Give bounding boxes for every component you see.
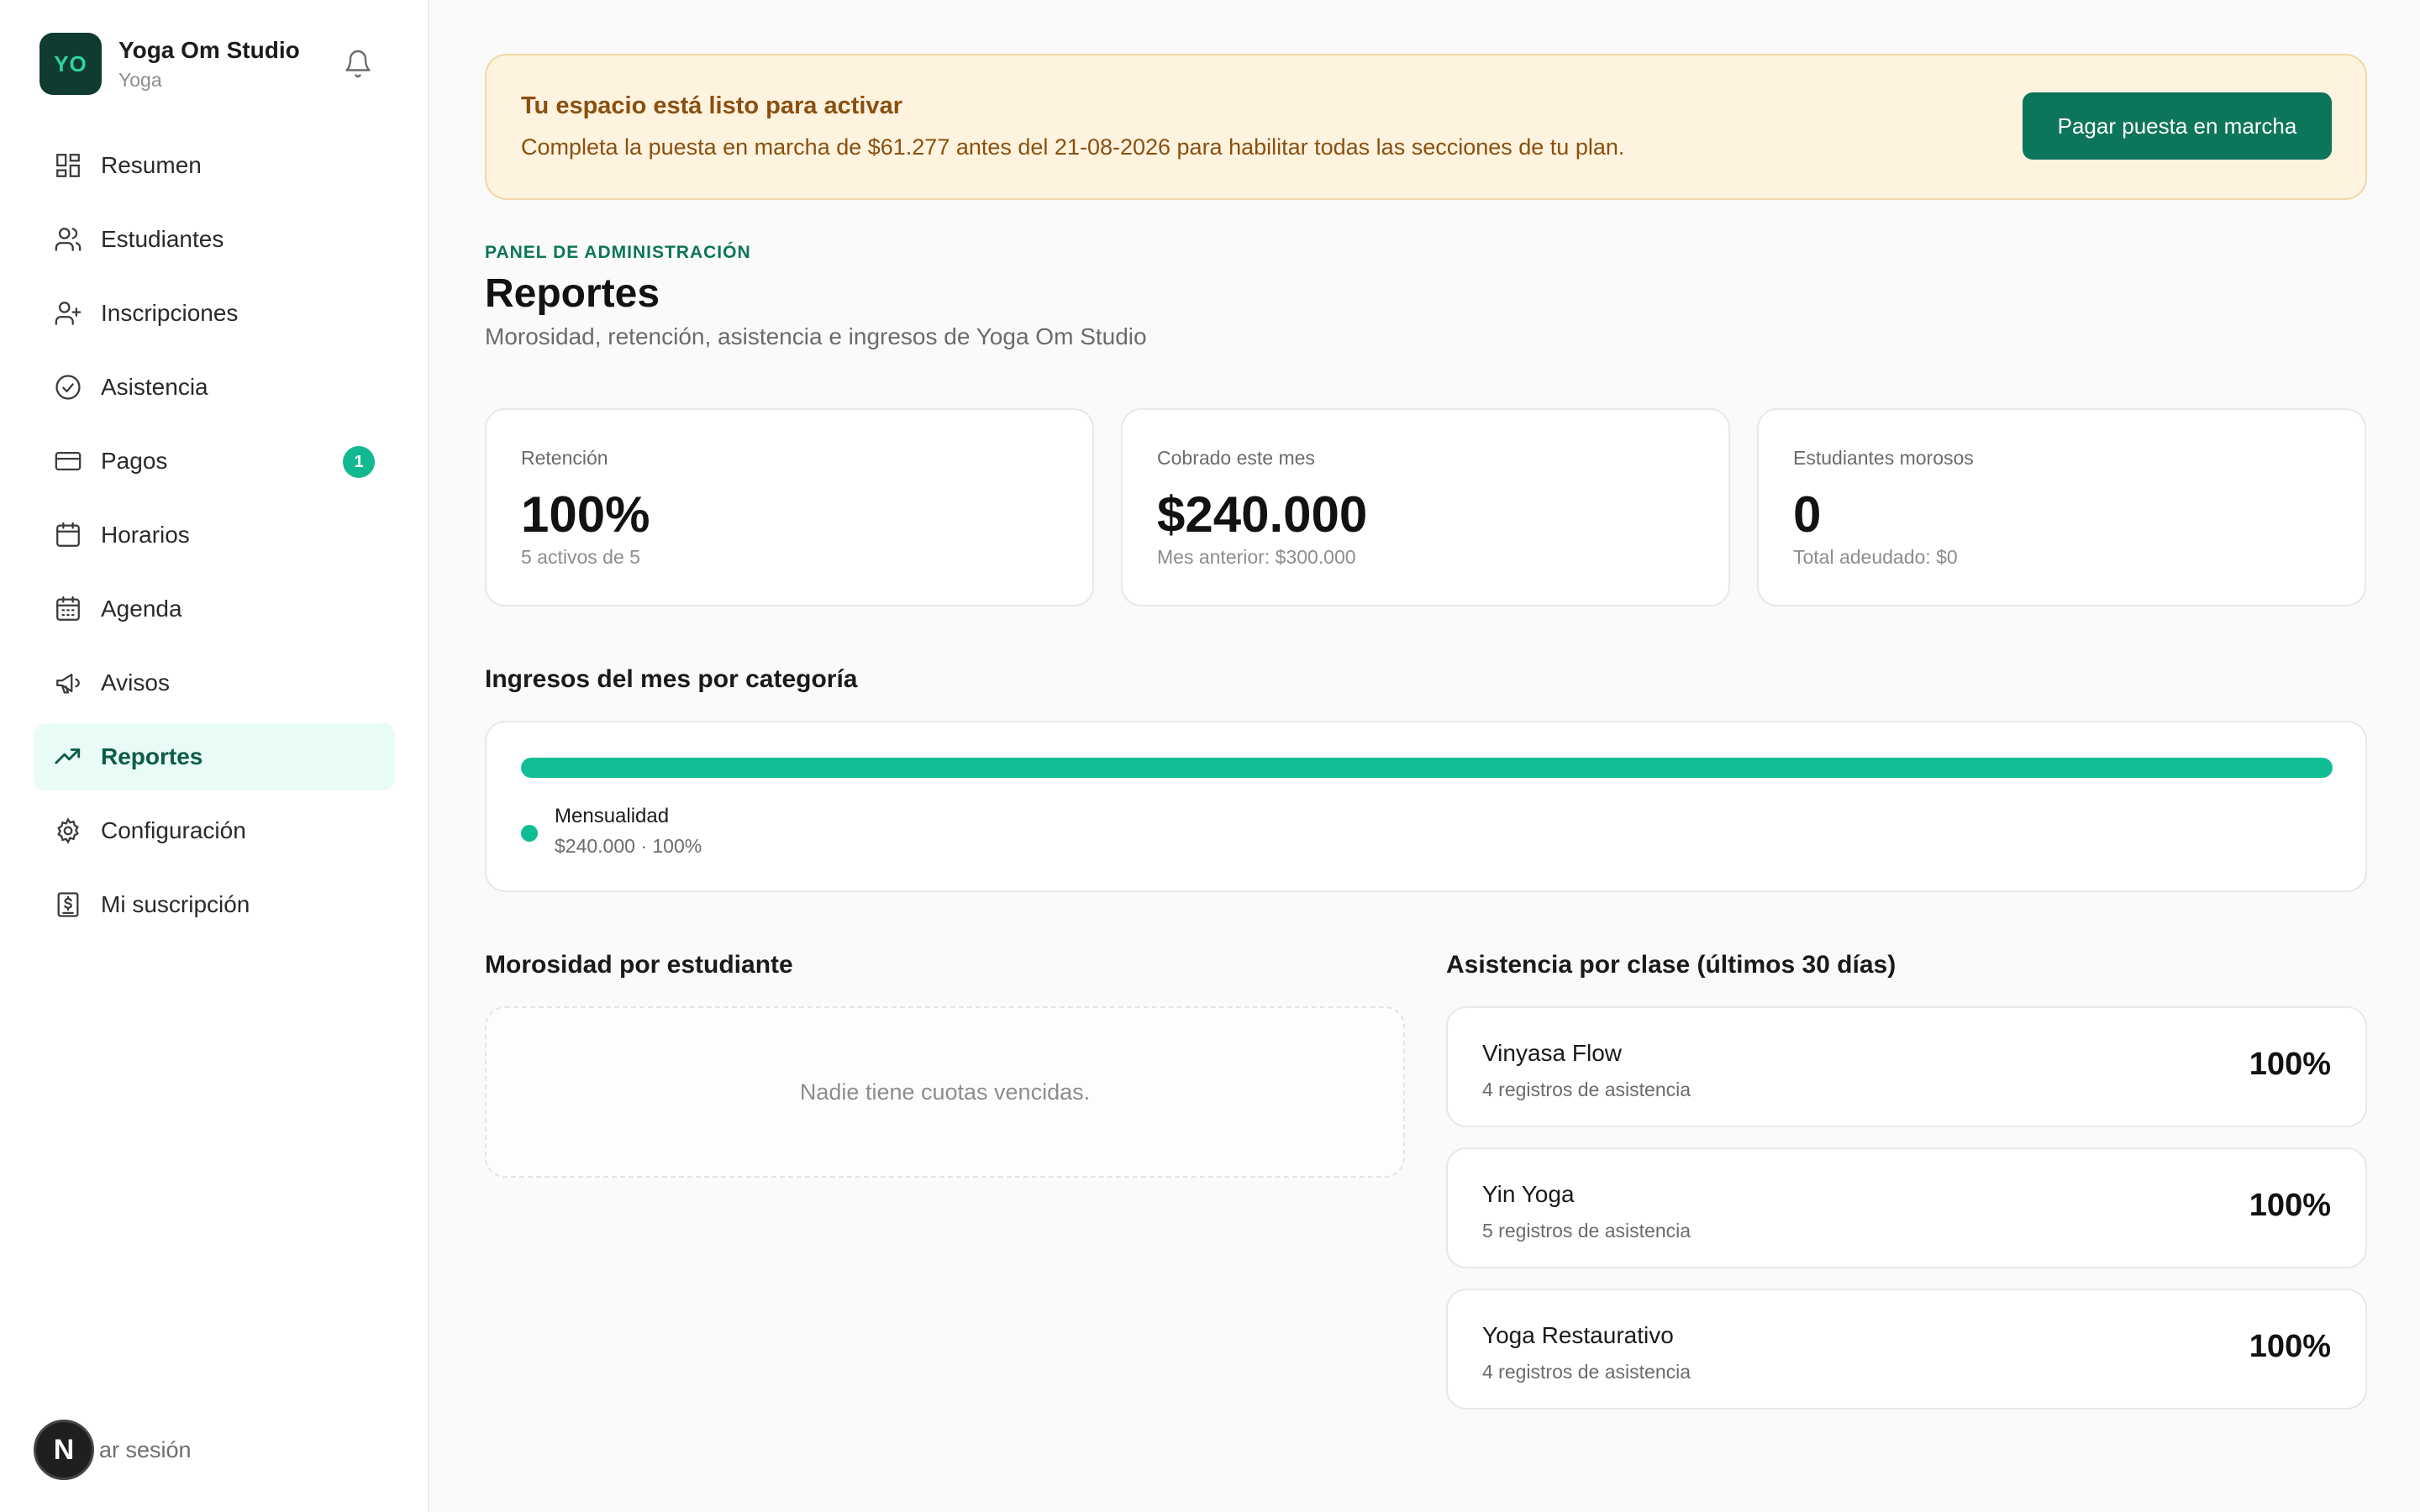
sidebar-item-estudiantes[interactable]: Estudiantes <box>34 206 395 273</box>
banner-text: Completa la puesta en marcha de $61.277 … <box>521 134 1625 160</box>
sidebar-item-label: Mi suscripción <box>101 891 250 917</box>
stat-card-retention: Retención 100% 5 activos de 5 <box>485 408 1094 606</box>
brand-logo: YO <box>39 33 102 95</box>
class-attendance-pct: 100% <box>2249 1188 2331 1223</box>
activation-banner: Tu espacio está listo para activar Compl… <box>485 54 2367 200</box>
receipt-icon <box>57 892 79 917</box>
page-subtitle: Morosidad, retención, asistencia e ingre… <box>485 323 1147 349</box>
megaphone-icon <box>56 673 80 694</box>
sidebar-item-label: Reportes <box>101 743 203 769</box>
sidebar-item-label: Resumen <box>101 152 202 178</box>
sidebar-item-asistencia[interactable]: Asistencia <box>34 354 395 421</box>
logout-label: ar sesión <box>99 1436 192 1462</box>
income-legend: Mensualidad $240.000 · 100% <box>521 805 702 858</box>
stat-label: Cobrado este mes <box>1157 447 1315 469</box>
pagos-badge: 1 <box>343 446 375 478</box>
delinquency-empty-state: Nadie tiene cuotas vencidas. <box>485 1006 1405 1178</box>
class-records: 4 registros de asistencia <box>1482 1361 1691 1383</box>
sidebar-item-inscripciones[interactable]: Inscripciones <box>34 280 395 347</box>
income-bar-track <box>521 758 2333 778</box>
delinquency-section-title: Morosidad por estudiante <box>485 951 793 979</box>
income-section-title: Ingresos del mes por categoría <box>485 665 858 693</box>
trending-up-icon <box>55 748 81 764</box>
legend-category: Mensualidad <box>555 805 670 827</box>
banner-title: Tu espacio está listo para activar <box>521 92 902 119</box>
credit-card-icon <box>55 451 82 471</box>
grid-icon <box>56 154 80 177</box>
brand-name: Yoga Om Studio <box>118 36 300 63</box>
sidebar-item-pagos[interactable]: Pagos 1 <box>34 428 395 495</box>
sidebar-item-avisos[interactable]: Avisos <box>34 649 395 717</box>
calendar-icon <box>56 522 80 547</box>
sidebar-item-horarios[interactable]: Horarios <box>34 501 395 569</box>
users-icon <box>55 228 82 251</box>
legend-dot <box>521 825 538 842</box>
stat-note: Mes anterior: $300.000 <box>1157 546 1356 568</box>
stat-value: 100% <box>521 486 650 543</box>
attendance-row: Vinyasa Flow 4 registros de asistencia 1… <box>1446 1006 2367 1127</box>
stat-note: Total adeudado: $0 <box>1793 546 1958 568</box>
page-eyebrow: PANEL DE ADMINISTRACIÓN <box>485 243 751 262</box>
sidebar-nav: Resumen Estudiantes Inscripciones Asiste… <box>34 132 395 945</box>
legend-detail: $240.000 · 100% <box>555 835 702 857</box>
class-name: Yin Yoga <box>1482 1181 1575 1207</box>
stat-card-delinquent: Estudiantes morosos 0 Total adeudado: $0 <box>1757 408 2366 606</box>
sidebar-item-label: Asistencia <box>101 374 208 400</box>
attendance-row: Yin Yoga 5 registros de asistencia 100% <box>1446 1147 2367 1268</box>
brand-subtitle: Yoga <box>118 68 162 91</box>
calendar-grid-icon <box>56 596 80 621</box>
framework-dev-badge[interactable]: N <box>34 1420 94 1480</box>
class-records: 5 registros de asistencia <box>1482 1220 1691 1242</box>
sidebar-item-label: Configuración <box>101 817 246 843</box>
brand-text: Yoga Om Studio Yoga <box>118 37 300 92</box>
sidebar-item-label: Estudiantes <box>101 226 224 252</box>
class-name: Yoga Restaurativo <box>1482 1322 1674 1348</box>
income-bar-fill <box>521 758 2333 778</box>
class-records: 4 registros de asistencia <box>1482 1079 1691 1100</box>
stat-card-collected: Cobrado este mes $240.000 Mes anterior: … <box>1121 408 1730 606</box>
gear-icon <box>57 817 79 844</box>
class-attendance-pct: 100% <box>2249 1329 2331 1364</box>
stat-note: 5 activos de 5 <box>521 546 640 568</box>
stat-value: $240.000 <box>1157 486 1368 543</box>
page-title: Reportes <box>485 271 660 316</box>
bell-icon[interactable] <box>343 49 373 79</box>
sidebar-item-label: Agenda <box>101 596 182 622</box>
user-plus-icon <box>55 302 82 325</box>
class-name: Vinyasa Flow <box>1482 1040 1623 1066</box>
sidebar-item-resumen[interactable]: Resumen <box>34 132 395 199</box>
legend-text: Mensualidad $240.000 · 100% <box>555 805 702 858</box>
sidebar-item-label: Inscripciones <box>101 300 239 326</box>
check-circle-icon <box>55 375 81 400</box>
stat-label: Estudiantes morosos <box>1793 447 1974 469</box>
sidebar-item-label: Avisos <box>101 669 170 696</box>
attendance-row: Yoga Restaurativo 4 registros de asisten… <box>1446 1289 2367 1410</box>
sidebar-item-label: Horarios <box>101 522 190 548</box>
stat-value: 0 <box>1793 486 1822 543</box>
sidebar-item-reportes[interactable]: Reportes <box>34 723 395 790</box>
sidebar-item-agenda[interactable]: Agenda <box>34 575 395 643</box>
brand[interactable]: YO Yoga Om Studio Yoga <box>39 33 300 95</box>
sidebar-item-configuracion[interactable]: Configuración <box>34 797 395 864</box>
sidebar: YO Yoga Om Studio Yoga Resumen Estudiant… <box>0 0 429 1512</box>
logout-button[interactable]: N ar sesión <box>34 1420 192 1480</box>
class-attendance-pct: 100% <box>2249 1047 2331 1082</box>
pay-setup-button[interactable]: Pagar puesta en marcha <box>2023 92 2332 160</box>
income-card: Mensualidad $240.000 · 100% <box>485 721 2367 892</box>
stat-label: Retención <box>521 447 608 469</box>
sidebar-item-mi-suscripcion[interactable]: Mi suscripción <box>34 871 395 938</box>
sidebar-item-label: Pagos <box>101 448 168 474</box>
attendance-section-title: Asistencia por clase (últimos 30 días) <box>1446 951 1897 979</box>
